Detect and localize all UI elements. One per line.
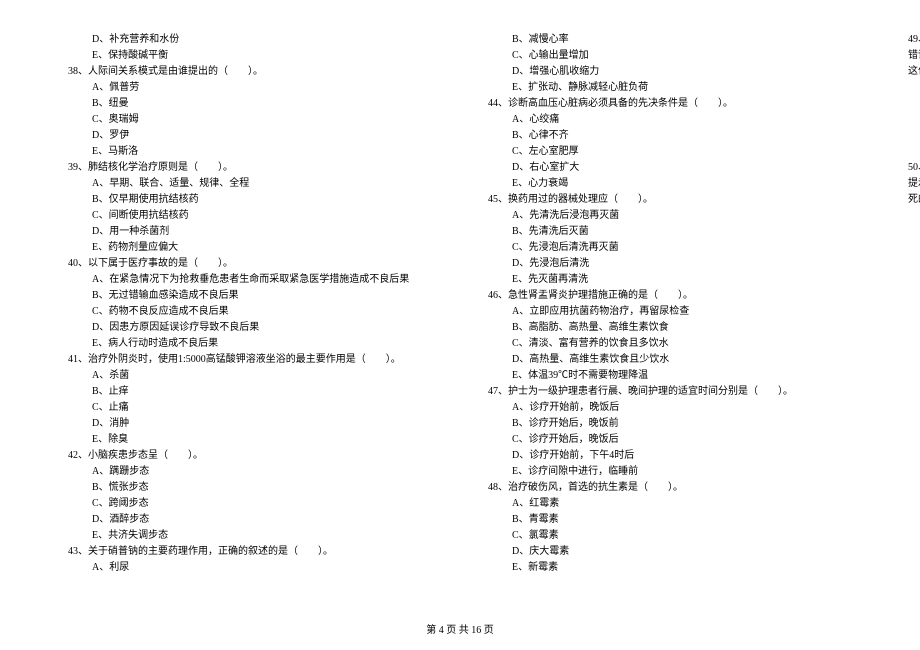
- answer-option: E、除臭: [60, 432, 440, 448]
- answer-option: D、高热量、高维生素饮食且少饮水: [480, 352, 860, 368]
- answer-option: E、诊疗间隙中进行，临睡前: [480, 464, 860, 480]
- answer-option: B、高脂肪、高热量、高维生素饮食: [480, 320, 860, 336]
- answer-option: A、在紧急情况下为抢救垂危患者生命而采取紧急医学措施造成不良后果: [60, 272, 440, 288]
- question-text: 48、治疗破伤风，首选的抗生素是（ ）。: [480, 480, 860, 496]
- answer-option: D、先浸泡后清洗: [480, 256, 860, 272]
- answer-option: E、心力衰竭: [480, 176, 860, 192]
- question-text: 39、肺结核化学治疗原则是（ ）。: [60, 160, 440, 176]
- answer-option: E、病人行动时造成不良后果: [60, 336, 440, 352]
- answer-option: C、跨阈步态: [60, 496, 440, 512]
- answer-option: C、左心室肥厚: [480, 144, 860, 160]
- question-text: 46、急性肾盂肾炎护理措施正确的是（ ）。: [480, 288, 860, 304]
- answer-option: A、立即应用抗菌药物治疗，再留尿检查: [480, 304, 860, 320]
- answer-option: A、蹒跚步态: [60, 464, 440, 480]
- answer-option: B、心律不齐: [480, 128, 860, 144]
- answer-option: A、后壁: [900, 208, 920, 224]
- answer-option: E、报告给科主任: [900, 144, 920, 160]
- question-text: 45、换药用过的器械处理应（ ）。: [480, 192, 860, 208]
- answer-option: E、马斯洛: [60, 144, 440, 160]
- answer-option: E、扩张动、静脉减轻心脏负荷: [480, 80, 860, 96]
- exam-page: D、补充营养和水份E、保持酸碱平衡38、人际间关系模式是由谁提出的（ ）。A、佩…: [0, 0, 920, 590]
- answer-option: D、用一种杀菌剂: [60, 224, 440, 240]
- answer-option: E、先灭菌再清洗: [480, 272, 860, 288]
- answer-option: A、早期、联合、适量、规律、全程: [60, 176, 440, 192]
- question-text: 这位医生沟通，医生拒绝修改。护士的做法不妥的是（ ）。: [900, 64, 920, 80]
- page-footer: 第 4 页 共 16 页: [0, 621, 920, 636]
- answer-option: D、罗伊: [60, 128, 440, 144]
- answer-option: C、心输出量增加: [480, 48, 860, 64]
- answer-option: D、因患方原因延误诊疗导致不良后果: [60, 320, 440, 336]
- answer-option: D、消肿: [60, 416, 440, 432]
- answer-option: B、慌张步态: [60, 480, 440, 496]
- answer-option: B、止痒: [60, 384, 440, 400]
- answer-option: D、诊疗开始前，下午4时后: [480, 448, 860, 464]
- question-text: 40、以下属于医疗事故的是（ ）。: [60, 256, 440, 272]
- answer-option: D、增强心肌收缩力: [480, 64, 860, 80]
- answer-option: D、补充营养和水份: [60, 32, 440, 48]
- answer-option: D、暂缓执行医嘱: [900, 128, 920, 144]
- question-text: 38、人际间关系模式是由谁提出的（ ）。: [60, 64, 440, 80]
- answer-option: B、先清洗后灭菌: [480, 224, 860, 240]
- answer-option: C、诊疗开始后，晚饭后: [480, 432, 860, 448]
- answer-option: C、清淡、富有营养的饮食且多饮水: [480, 336, 860, 352]
- question-text: 44、诊断高血压心脏病必须具备的先决条件是（ ）。: [480, 96, 860, 112]
- answer-option: B、仅早期使用抗结核药: [60, 192, 440, 208]
- answer-option: A、先清洗后浸泡再灭菌: [480, 208, 860, 224]
- question-text: 49、一位患者因心绞痛入院。患者疼痛剧烈，医嘱吗啡5mg，iv。护士认为医嘱存在…: [900, 32, 920, 64]
- answer-option: C、先浸泡后清洗再灭菌: [480, 240, 860, 256]
- answer-option: A、佩普劳: [60, 80, 440, 96]
- answer-option: C、间断使用抗结核药: [60, 208, 440, 224]
- answer-option: E、新霉素: [480, 560, 860, 576]
- answer-option: C、奥瑞姆: [60, 112, 440, 128]
- answer-option: B、纽曼: [60, 96, 440, 112]
- answer-option: A、心绞痛: [480, 112, 860, 128]
- answer-option: E、体温39℃时不需要物理降温: [480, 368, 860, 384]
- answer-option: D、酒醉步态: [60, 512, 440, 528]
- answer-option: E、药物剂量应偏大: [60, 240, 440, 256]
- answer-option: B、无过错输血感染造成不良后果: [60, 288, 440, 304]
- answer-option: A、红霉素: [480, 496, 860, 512]
- question-text: 死的部位可能是（ ）。: [900, 192, 920, 208]
- answer-option: C、药物不良反应造成不良后果: [60, 304, 440, 320]
- answer-option: C、氯霉素: [480, 528, 860, 544]
- answer-option: B、青霉素: [480, 512, 860, 528]
- answer-option: E、保持酸碱平衡: [60, 48, 440, 64]
- answer-option: D、右心室扩大: [480, 160, 860, 176]
- question-text: 50、某急性心肌梗死患者2小时后心电图随访显示 II、III、avF导联出现病理…: [900, 160, 920, 192]
- question-text: 42、小脑疾患步态呈（ ）。: [60, 448, 440, 464]
- answer-option: A、杀菌: [60, 368, 440, 384]
- answer-option: A、利尿: [60, 560, 440, 576]
- question-text: 41、治疗外阴炎时，使用1:5000高锰酸钾溶液坐浴的最主要作用是（ ）。: [60, 352, 440, 368]
- answer-option: C、按医嘱执行: [900, 112, 920, 128]
- answer-option: A、诊疗开始前，晚饭后: [480, 400, 860, 416]
- answer-option: E、共济失调步态: [60, 528, 440, 544]
- answer-option: B、报告给上级医生: [900, 96, 920, 112]
- answer-option: B、诊疗开始后，晚饭前: [480, 416, 860, 432]
- question-text: 43、关于硝普钠的主要药理作用，正确的叙述的是（ ）。: [60, 544, 440, 560]
- answer-option: C、止痛: [60, 400, 440, 416]
- answer-option: D、庆大霉素: [480, 544, 860, 560]
- answer-option: B、减慢心率: [480, 32, 860, 48]
- question-text: 47、护士为一级护理患者行晨、晚间护理的适宜时间分别是（ ）。: [480, 384, 860, 400]
- answer-option: A、报告给护士长: [900, 80, 920, 96]
